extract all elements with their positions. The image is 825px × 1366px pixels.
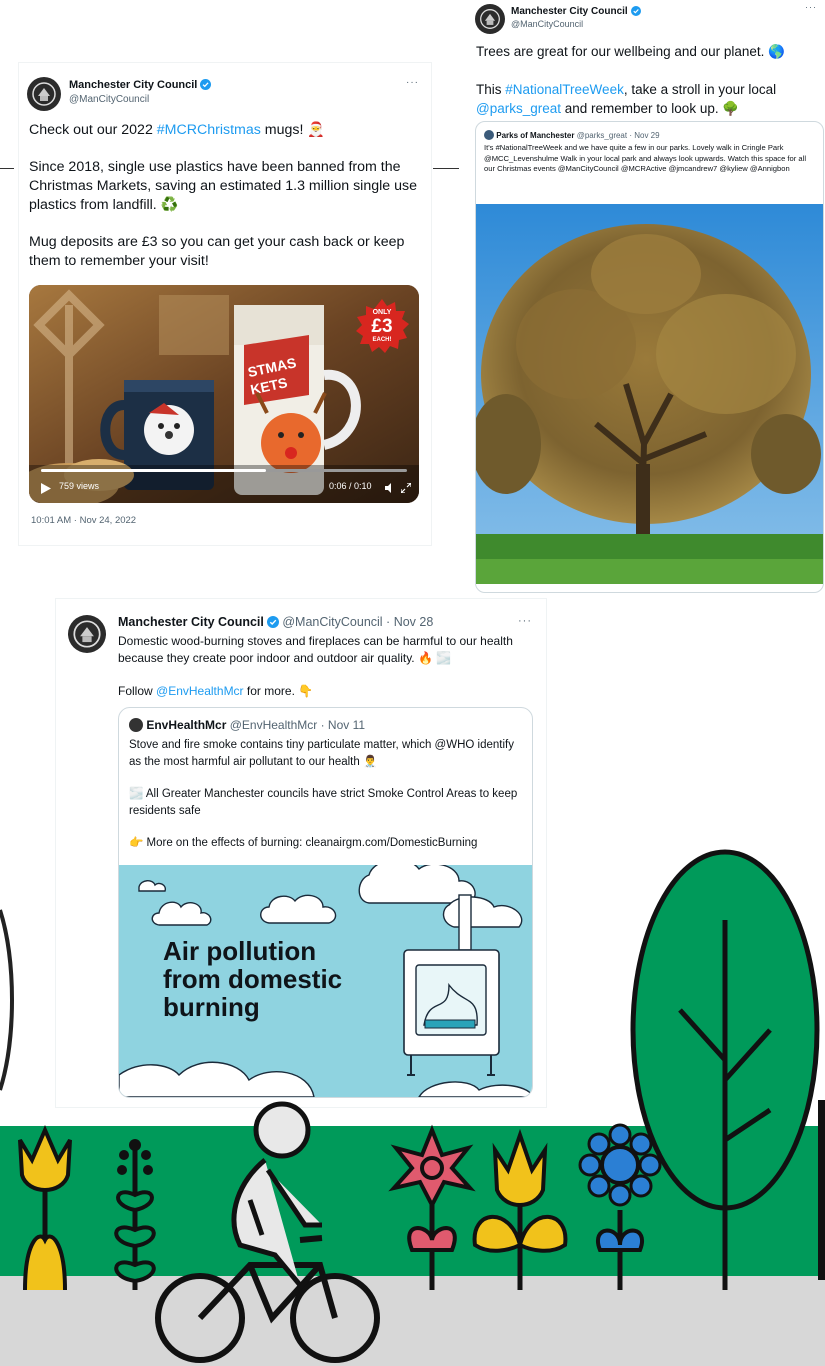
tweet-line-1: Trees are great for our wellbeing and ou… (476, 44, 785, 59)
quoted-avatar[interactable] (129, 718, 143, 732)
tweet-line-1: Check out our 2022 #MCRChristmas mugs! 🎅 (29, 122, 326, 138)
author-name[interactable]: Manchester City Council (511, 6, 628, 17)
hashtag-nationaltreeweek[interactable]: #NationalTreeWeek (505, 82, 624, 97)
verified-badge-icon (266, 616, 279, 631)
verified-badge-icon (200, 79, 212, 93)
pointing-down-emoji-icon: 👇 (298, 684, 314, 698)
author-name[interactable]: Manchester City Council (118, 615, 264, 629)
view-count: 759 views (59, 481, 100, 491)
tweet-body: Trees are great for our wellbeing and ou… (476, 42, 821, 118)
tweet-timestamp[interactable]: 10:01 AM · Nov 24, 2022 (31, 515, 136, 526)
fire-emoji-icon: 🔥 (417, 650, 433, 665)
hashtag-mcrchristmas[interactable]: #MCRChristmas (157, 122, 261, 138)
tweet-paragraph-2: Since 2018, single use plastics have bee… (29, 159, 417, 213)
background-illustration (0, 849, 825, 1366)
quoted-tweet-card[interactable]: Parks of Manchester @parks_great · Nov 2… (475, 121, 824, 593)
fullscreen-icon[interactable] (400, 480, 412, 498)
video-player[interactable]: STMAS KETS ONLY £3 EACH! 759 views 0:06 … (29, 285, 419, 503)
play-button[interactable] (41, 481, 53, 494)
mention-envhealthmcr[interactable]: @EnvHealthMcr (156, 684, 244, 698)
santa-emoji-icon: 🎅 (307, 122, 326, 138)
doctor-emoji-icon: 👨‍⚕️ (362, 755, 378, 768)
tweet-paragraph-3: Mug deposits are £3 so you can get your … (29, 234, 405, 269)
quoted-tweet-text: It's #NationalTreeWeek and we have quite… (484, 143, 806, 173)
recycle-emoji-icon: ♻️ (160, 197, 179, 213)
verified-badge-icon (630, 6, 641, 19)
more-options-icon[interactable]: ··· (406, 77, 419, 88)
council-avatar[interactable] (475, 4, 505, 34)
tweet-follow-line: Follow @EnvHealthMcr for more. 👇 (118, 684, 314, 698)
tree-photo[interactable] (476, 204, 823, 584)
cloud-emoji-icon: 🌫️ (129, 788, 144, 800)
more-options-icon[interactable]: ··· (805, 2, 817, 12)
quoted-author-name[interactable]: Parks of Manchester (496, 131, 574, 140)
badge-price: £3 (371, 316, 393, 337)
tweet-christmas-mugs[interactable]: Manchester City Council @ManCityCouncil … (18, 62, 432, 546)
tweet-line-2: This #NationalTreeWeek, take a stroll in… (476, 82, 777, 116)
author-name[interactable]: Manchester City Council (69, 79, 197, 91)
tweet-body: Check out our 2022 #MCRChristmas mugs! 🎅… (29, 121, 421, 271)
connector-line-right (433, 168, 459, 169)
tweet-national-tree-week[interactable]: Manchester City Council @ManCityCouncil … (467, 0, 825, 593)
connector-line-left (0, 168, 14, 169)
volume-icon[interactable] (385, 480, 395, 498)
quoted-paragraph-1: Stove and fire smoke contains tiny parti… (129, 739, 514, 768)
author-handle[interactable]: @ManCityCouncil (511, 19, 641, 29)
badge-only: ONLY (372, 309, 392, 316)
video-duration: 0:06 / 0:10 (329, 481, 372, 491)
badge-each: EACH! (372, 337, 392, 343)
quoted-author-name[interactable]: EnvHealthMcr (146, 718, 226, 732)
author-handle-date[interactable]: @ManCityCouncil · Nov 28 (282, 615, 433, 629)
quoted-author-handle[interactable]: @parks_great · Nov 29 (577, 131, 660, 140)
globe-emoji-icon: 🌎 (768, 44, 785, 59)
tree-emoji-icon: 🌳 (722, 101, 740, 116)
council-avatar[interactable] (68, 615, 106, 653)
more-options-icon[interactable]: ··· (518, 615, 532, 627)
quoted-avatar[interactable] (484, 130, 494, 140)
price-badge: ONLY £3 EACH! (355, 299, 409, 353)
quoted-author-handle-date[interactable]: @EnvHealthMcr · Nov 11 (230, 718, 365, 732)
mention-parks-great[interactable]: @parks_great (476, 101, 561, 116)
council-avatar[interactable] (27, 77, 61, 111)
cloud-emoji-icon: 🌫️ (436, 650, 452, 665)
author-handle[interactable]: @ManCityCouncil (69, 94, 211, 105)
quoted-paragraph-2: 🌫️ All Greater Manchester councils have … (129, 788, 518, 817)
tweet-body: Domestic wood-burning stoves and firepla… (118, 633, 538, 700)
tweet-text: Domestic wood-burning stoves and firepla… (118, 634, 513, 665)
